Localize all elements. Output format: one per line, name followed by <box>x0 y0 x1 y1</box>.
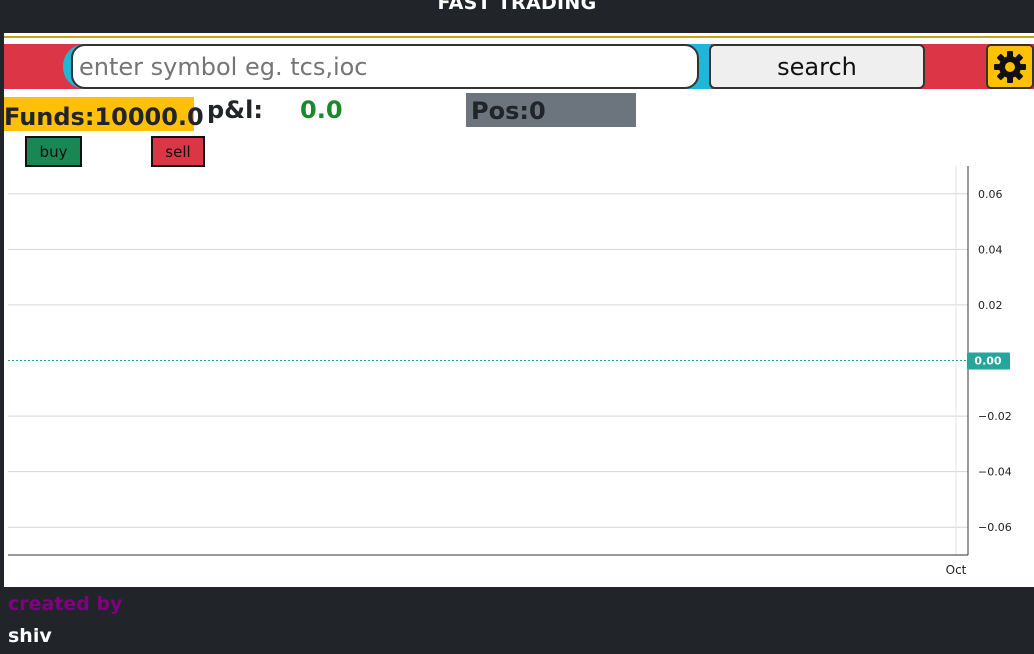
y-tick-label: −0.02 <box>978 410 1012 423</box>
search-button[interactable]: search <box>709 44 925 89</box>
y-tick-label: 0.06 <box>978 188 1003 201</box>
footer-author: shiv <box>8 625 52 647</box>
y-tick-label: −0.04 <box>978 466 1012 479</box>
position-display: Pos:0 <box>466 93 636 127</box>
footer <box>4 587 1034 654</box>
search-input[interactable] <box>71 44 699 89</box>
pnl-value: 0.0 <box>300 96 343 124</box>
y-tick-label: 0.04 <box>978 243 1003 256</box>
header-bar: FAST TRADING <box>0 0 1034 33</box>
y-tick-label: 0.02 <box>978 299 1003 312</box>
settings-button[interactable] <box>986 44 1034 89</box>
gear-icon <box>994 50 1026 83</box>
funds-display: Funds:10000.0 <box>4 97 204 131</box>
pnl-label: p&l: <box>207 96 263 124</box>
app-title: FAST TRADING <box>437 0 597 14</box>
price-chart[interactable]: 0.060.040.020.00−0.02−0.04−0.060.00Oct <box>4 166 1034 586</box>
current-value-label: 0.00 <box>974 355 1001 368</box>
header-divider <box>4 36 1034 38</box>
footer-created-label: created by <box>8 593 123 615</box>
buy-button[interactable]: buy <box>25 136 82 167</box>
sell-button[interactable]: sell <box>151 136 205 167</box>
x-tick-label: Oct <box>946 563 967 577</box>
app-root: FAST TRADING search Funds:10000.0 p&l: 0… <box>0 0 1034 654</box>
y-tick-label: −0.06 <box>978 521 1012 534</box>
